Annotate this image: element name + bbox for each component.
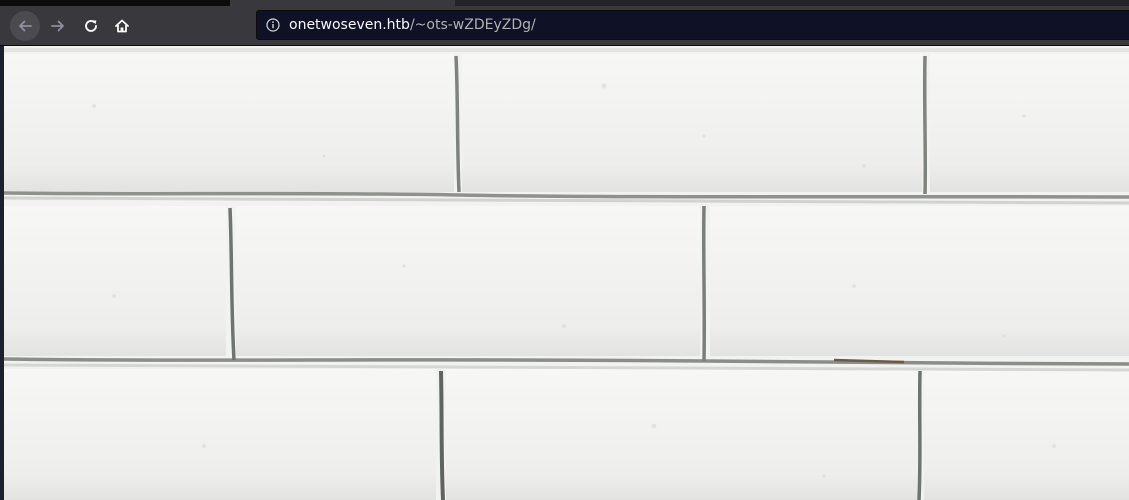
- url-text[interactable]: onetwoseven.htb/~ots-wZDEyZDg/: [289, 17, 536, 33]
- brick-wall-image: [4, 46, 1129, 500]
- info-icon[interactable]: [266, 18, 280, 32]
- arrow-right-icon: [50, 18, 66, 34]
- home-icon: [114, 18, 130, 34]
- page-content: [4, 46, 1129, 500]
- reload-icon: [83, 18, 99, 34]
- back-button[interactable]: [10, 11, 40, 41]
- url-bar[interactable]: onetwoseven.htb/~ots-wZDEyZDg/: [256, 10, 1129, 40]
- nav-toolbar: onetwoseven.htb/~ots-wZDEyZDg/: [0, 6, 1129, 46]
- url-path: /~ots-wZDEyZDg/: [409, 17, 536, 33]
- home-button[interactable]: [107, 11, 137, 41]
- arrow-left-icon: [17, 18, 33, 34]
- reload-button[interactable]: [76, 11, 106, 41]
- url-host: onetwoseven.htb: [289, 17, 410, 33]
- forward-button[interactable]: [43, 11, 73, 41]
- browser-window: onetwoseven.htb/~ots-wZDEyZDg/: [0, 0, 1129, 500]
